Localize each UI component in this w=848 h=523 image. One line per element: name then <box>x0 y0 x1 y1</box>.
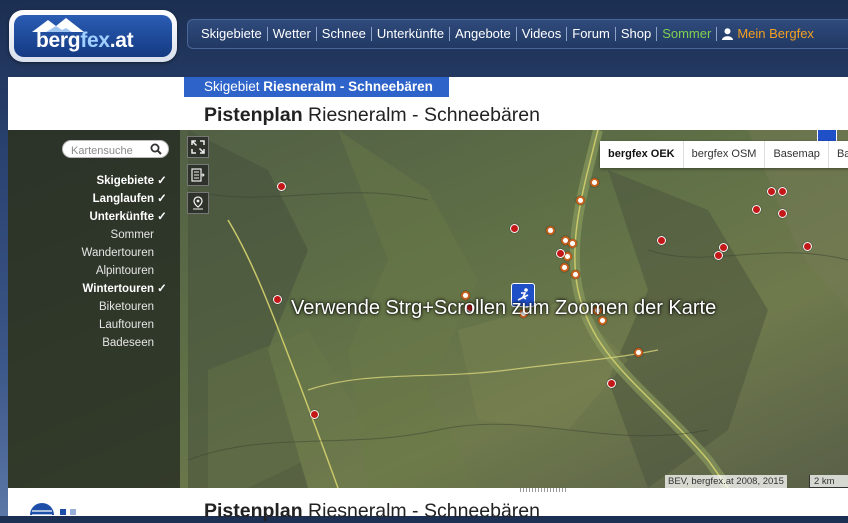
ski-map[interactable]: Skigebiete✓ Langlaufen✓ Unterkünfte✓ Som… <box>8 130 848 488</box>
location-pin-icon <box>193 196 203 210</box>
mein-bergfex-label: Mein Bergfex <box>737 26 814 41</box>
layer-wandertouren[interactable]: Wandertouren <box>82 244 168 262</box>
map-marker[interactable] <box>310 410 319 419</box>
layer-wintertouren[interactable]: Wintertouren ✓ <box>82 280 168 298</box>
map-marker[interactable] <box>803 242 812 251</box>
layer-unterkuenfte[interactable]: Unterkünfte ✓ <box>82 208 168 226</box>
locate-button[interactable] <box>187 192 209 214</box>
map-scale: 2 km <box>809 475 848 488</box>
tab-basemap[interactable]: Basemap <box>765 141 829 168</box>
breadcrumb[interactable]: Skigebiet Riesneralm - Schneebären <box>184 77 449 97</box>
map-marker[interactable] <box>560 263 569 272</box>
checkmark-icon: ✓ <box>157 211 167 223</box>
tab-bergfex-osm[interactable]: bergfex OSM <box>684 141 766 168</box>
map-marker[interactable] <box>767 187 776 196</box>
nav-shop[interactable]: Shop <box>616 27 658 41</box>
checkmark-icon: ✓ <box>157 283 167 295</box>
nav-angebote[interactable]: Angebote <box>450 27 517 41</box>
map-marker[interactable] <box>590 178 599 187</box>
nav-unterkuenfte[interactable]: Unterkünfte <box>372 27 451 41</box>
logo-text: bergfex.at <box>36 29 134 52</box>
tab-bergfex-oek[interactable]: bergfex OEK <box>600 141 684 168</box>
nav-sommer[interactable]: Sommer <box>657 27 718 41</box>
page-title-secondary: Pistenplan Riesneralm - Schneebären <box>204 500 540 522</box>
nav-videos[interactable]: Videos <box>517 27 568 41</box>
map-marker[interactable] <box>719 243 728 252</box>
legend-button[interactable] <box>187 164 209 186</box>
nav-wetter[interactable]: Wetter <box>268 27 317 41</box>
map-marker[interactable] <box>778 187 787 196</box>
map-search <box>62 140 169 159</box>
nav-forum[interactable]: Forum <box>567 27 616 41</box>
map-marker[interactable] <box>510 224 519 233</box>
page-title: Pistenplan Riesneralm - Schneebären <box>204 104 540 126</box>
map-marker[interactable] <box>277 182 286 191</box>
map-attribution: BEV, bergfex.at 2008, 2015 <box>665 475 787 488</box>
user-icon <box>722 28 734 40</box>
map-marker[interactable] <box>778 209 787 218</box>
map-sidebar: Skigebiete✓ Langlaufen✓ Unterkünfte✓ Som… <box>8 130 180 488</box>
map-marker[interactable] <box>273 295 282 304</box>
map-marker[interactable] <box>714 251 723 260</box>
checkmark-icon: ✓ <box>157 175 167 187</box>
content-panel: Skigebiet Riesneralm - Schneebären Piste… <box>8 77 848 522</box>
zoom-hint: Verwende Strg+Scrollen zum Zoomen der Ka… <box>291 297 717 319</box>
map-marker[interactable] <box>568 239 577 248</box>
layer-alpintouren[interactable]: Alpintouren <box>82 262 168 280</box>
map-marker[interactable] <box>546 226 555 235</box>
fullscreen-button[interactable] <box>187 136 209 158</box>
map-marker[interactable] <box>571 270 580 279</box>
basemap-tabs: bergfex OEK bergfex OSM Basemap Bas <box>600 141 848 168</box>
list-icon <box>191 168 205 182</box>
layer-list: Skigebiete ✓ Langlaufen ✓ Unterkünfte ✓ Som… <box>82 172 168 352</box>
map-marker[interactable] <box>607 379 616 388</box>
mein-bergfex-link[interactable]: Mein Bergfex <box>717 27 819 41</box>
map-marker[interactable] <box>576 196 585 205</box>
map-marker[interactable] <box>634 348 643 357</box>
main-navigation: Skigebiete Wetter Schnee Unterkünfte Ang… <box>187 19 848 49</box>
map-marker[interactable] <box>657 236 666 245</box>
checkmark-icon: ✓ <box>157 193 167 205</box>
map-search-input[interactable] <box>71 143 151 159</box>
layer-lauftouren[interactable]: Lauftouren <box>82 316 168 334</box>
layer-skigebiete[interactable]: Skigebiete ✓ <box>82 172 168 190</box>
map-marker[interactable] <box>556 249 565 258</box>
tab-bas[interactable]: Bas <box>829 141 848 168</box>
expand-icon <box>191 140 205 154</box>
layer-langlaufen[interactable]: Langlaufen ✓ <box>82 190 168 208</box>
nav-skigebiete[interactable]: Skigebiete <box>196 27 268 41</box>
bergfex-logo[interactable]: bergfex.at <box>9 10 177 62</box>
layer-sommer[interactable]: Sommer <box>82 226 168 244</box>
map-marker[interactable] <box>752 205 761 214</box>
nav-schnee[interactable]: Schnee <box>317 27 372 41</box>
layer-biketouren[interactable]: Biketouren <box>82 298 168 316</box>
search-icon[interactable] <box>150 143 162 155</box>
globe-logo-icon <box>30 503 76 515</box>
layer-badeseen[interactable]: Badeseen <box>82 334 168 352</box>
resize-handle[interactable] <box>520 488 566 492</box>
